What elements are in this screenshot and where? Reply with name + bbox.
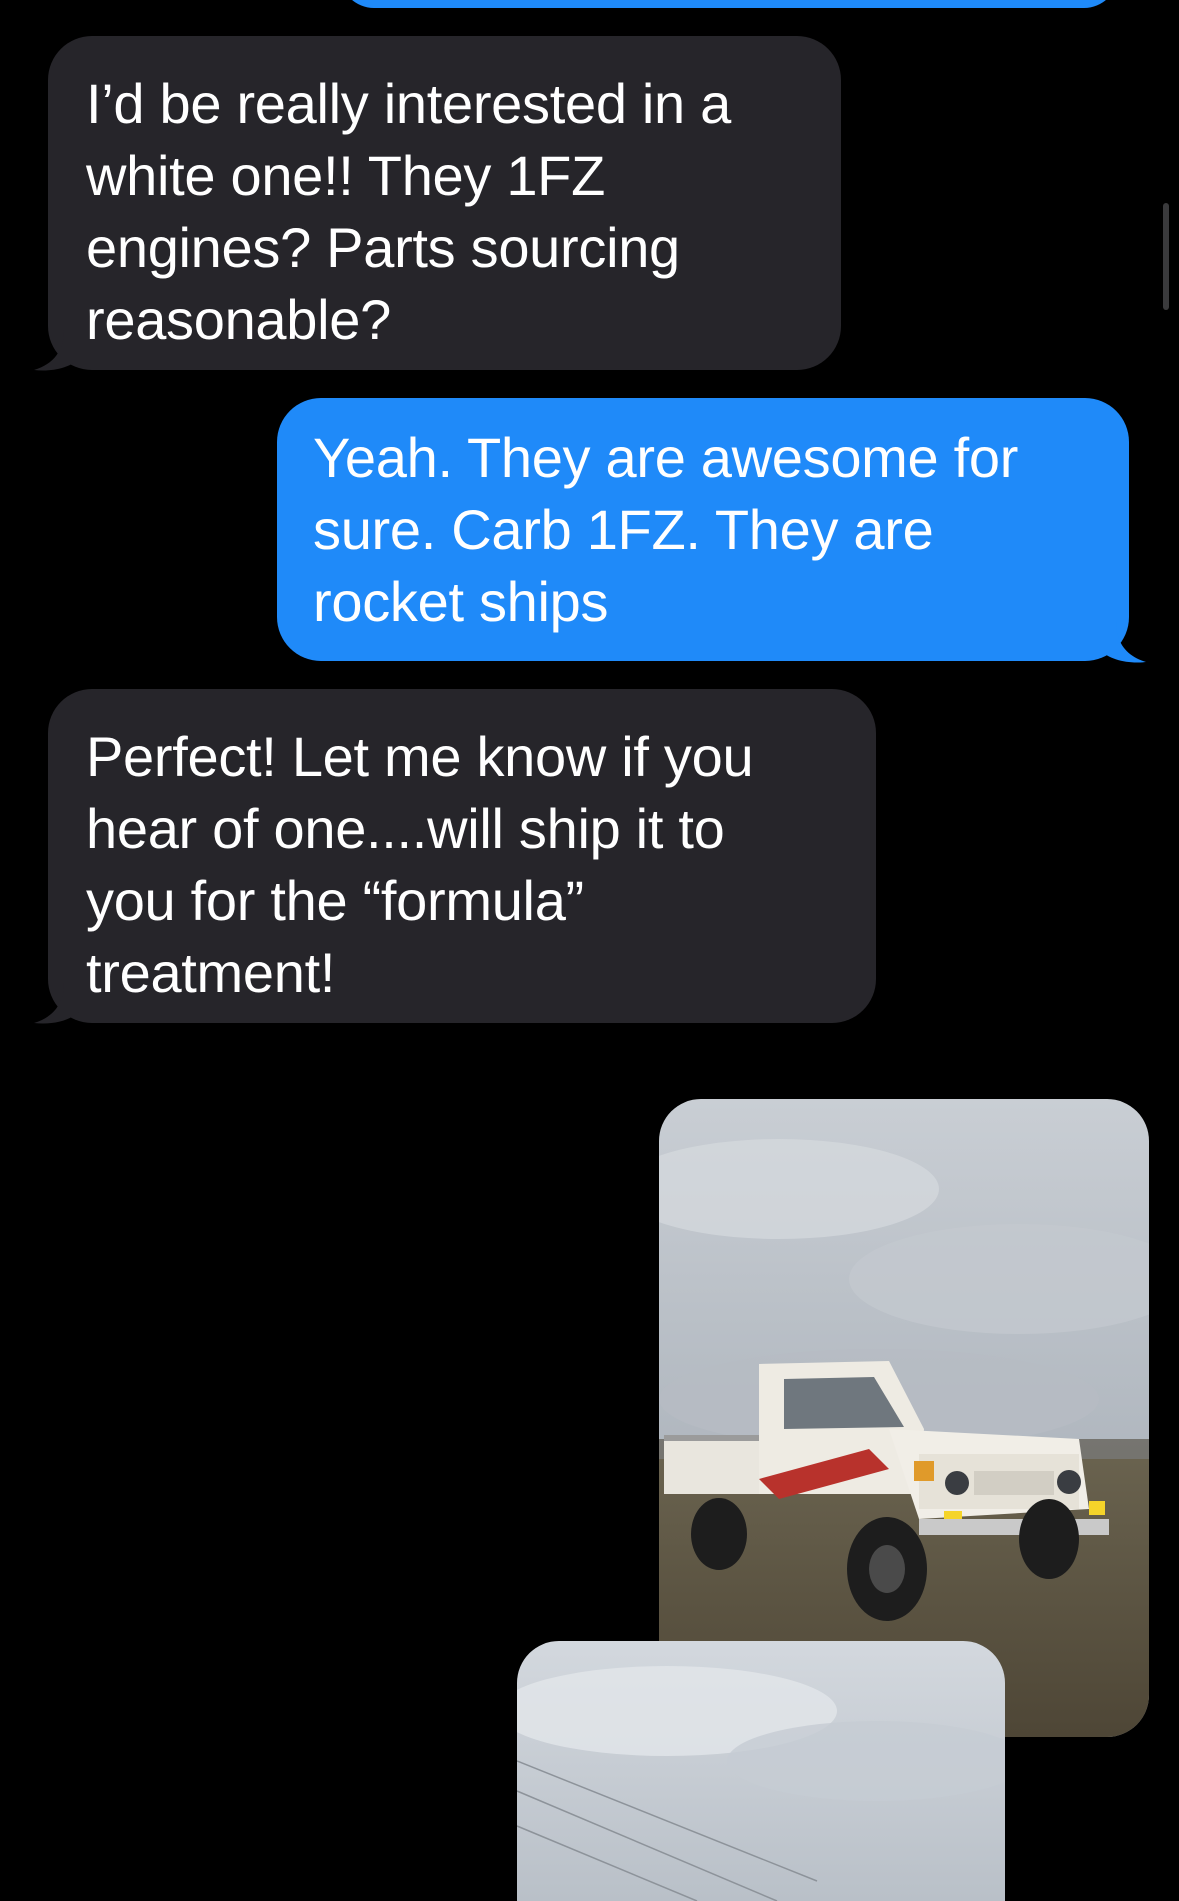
outgoing-bubble-tail [1100,622,1146,663]
outgoing-message-bubble[interactable]: Yeah. They are awesome for sure. Carb 1F… [277,398,1129,661]
message-text-line: reasonable? [86,288,391,351]
message-text-line: white one!! They 1FZ [86,144,606,207]
message-text-line: rocket ships [313,570,609,633]
message-text-line: Perfect! Let me know if you [86,725,754,788]
photo-attachment-sky[interactable] [517,1641,1005,1901]
previous-outgoing-message-bubble[interactable] [340,0,1118,8]
message-thread[interactable]: I’d be really interested in a white one!… [0,0,1179,1901]
incoming-bubble-tail [34,983,80,1024]
message-text-line: treatment! [86,941,336,1004]
message-text-line: sure. Carb 1FZ. They are [313,498,934,561]
incoming-message-bubble[interactable]: I’d be really interested in a white one!… [48,36,841,370]
incoming-bubble-tail [34,330,80,371]
message-text-line: hear of one....will ship it to [86,797,725,860]
incoming-message-bubble[interactable]: Perfect! Let me know if you hear of one.… [48,689,876,1023]
message-text-line: Yeah. They are awesome for [313,426,1019,489]
message-text-line: I’d be really interested in a [86,72,732,135]
message-text-line: engines? Parts sourcing [86,216,680,279]
scrollbar-thumb[interactable] [1163,203,1169,310]
sky-photo-image [517,1641,1005,1901]
message-text-line: you for the “formula” [86,869,584,932]
